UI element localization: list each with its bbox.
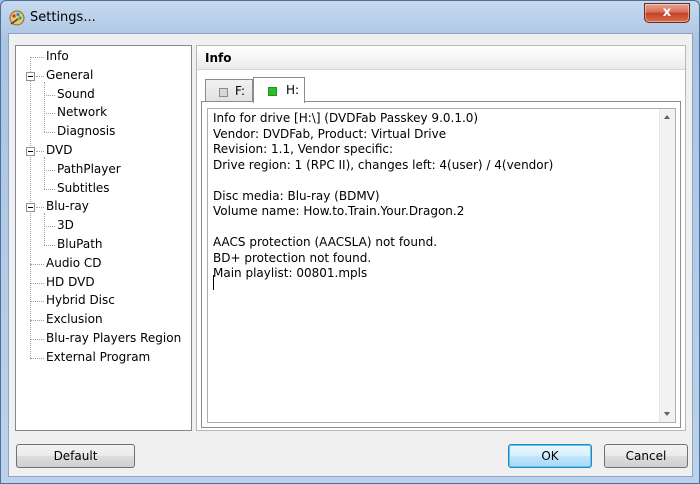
drive-status-icon	[268, 87, 277, 96]
tree-line	[44, 226, 55, 228]
tree-item[interactable]: Hybrid Disc	[46, 292, 115, 309]
tree-line	[44, 213, 45, 245]
ok-button[interactable]: OK	[508, 444, 592, 468]
scroll-up-arrow-icon[interactable]	[664, 115, 670, 119]
text-caret	[213, 275, 214, 290]
tree-item[interactable]: Sound	[57, 86, 95, 103]
tree-line	[44, 81, 45, 133]
tree-item[interactable]: Blu-ray	[46, 198, 89, 215]
panel-header: Info	[197, 46, 685, 70]
tree-item[interactable]: Audio CD	[46, 255, 102, 272]
drive-info-text: Info for drive [H:\] (DVDFab Passkey 9.0…	[213, 111, 653, 282]
tree-item[interactable]: DVD	[46, 142, 72, 159]
tree-line	[30, 301, 44, 303]
title-bar[interactable]: Settings... x	[1, 1, 699, 35]
tree-item[interactable]: PathPlayer	[57, 161, 121, 178]
tree-item[interactable]: External Program	[46, 349, 150, 366]
settings-tree[interactable]: Info General Sound Network Diagnosis DVD PathP…	[15, 45, 192, 431]
tree-item[interactable]: 3D	[57, 217, 74, 234]
tree-item[interactable]: Network	[57, 104, 107, 121]
tree-line	[30, 282, 44, 284]
tree-line	[44, 169, 55, 171]
info-panel: Info F: H: Info for drive [H:\] (DVDFab …	[196, 45, 686, 431]
tree-line	[30, 339, 44, 340]
tree-line	[44, 113, 55, 115]
close-button[interactable]: x	[644, 3, 690, 23]
tree-item[interactable]: HD DVD	[46, 274, 95, 291]
tree-line	[30, 320, 44, 322]
tree-line	[30, 357, 44, 359]
tab-content: Info for drive [H:\] (DVDFab Passkey 9.0…	[201, 101, 681, 428]
tree-line	[44, 132, 55, 134]
tab-label: F:	[235, 84, 246, 98]
cancel-button[interactable]: Cancel	[604, 444, 688, 468]
drive-info-textbox[interactable]: Info for drive [H:\] (DVDFab Passkey 9.0…	[207, 108, 676, 423]
scroll-down-arrow-icon[interactable]	[664, 412, 670, 416]
tree-item[interactable]: Diagnosis	[57, 123, 115, 140]
collapse-icon[interactable]	[26, 203, 35, 213]
tree-line	[36, 151, 44, 152]
info-line: Drive region: 1 (RPC II), changes left: …	[213, 157, 554, 172]
tab-label: H:	[286, 83, 300, 97]
panel-title: Info	[205, 51, 232, 65]
close-icon: x	[662, 5, 672, 20]
tree-item[interactable]: Exclusion	[46, 311, 103, 328]
app-icon	[9, 10, 25, 26]
tree-item[interactable]: Info	[46, 48, 69, 65]
tree-line	[44, 245, 55, 246]
info-line: Revision: 1.1, Vendor specific:	[213, 142, 394, 156]
dialog-client-area: Info General Sound Network Diagnosis DVD PathP…	[8, 33, 693, 477]
info-line: Info for drive [H:\] (DVDFab Passkey 9.0…	[213, 111, 479, 125]
info-line	[213, 173, 653, 189]
tree-line	[36, 207, 44, 209]
info-line: Disc media: Blu-ray (BDMV)	[213, 188, 380, 203]
collapse-icon[interactable]	[26, 71, 35, 81]
drive-status-icon	[219, 88, 228, 97]
tree-line	[44, 94, 55, 96]
default-button[interactable]: Default	[16, 444, 135, 468]
tree-line	[44, 188, 55, 190]
info-line: Volume name: How.to.Train.Your.Dragon.2	[213, 204, 465, 218]
window-title: Settings...	[30, 10, 96, 25]
tree-line	[30, 57, 44, 58]
info-line: AACS protection (AACSLA) not found.	[213, 235, 438, 249]
tree-item[interactable]: Subtitles	[57, 180, 110, 197]
tree-line	[30, 263, 44, 265]
tab-drive-f[interactable]: F:	[205, 79, 253, 103]
tree-item[interactable]: BluPath	[57, 236, 103, 253]
tree-item[interactable]: Blu-ray Players Region	[46, 330, 181, 347]
info-line: BD+ protection not found.	[213, 250, 372, 265]
tree-line	[36, 75, 44, 77]
info-line	[213, 220, 653, 236]
vertical-scrollbar[interactable]	[659, 109, 675, 422]
tree-line	[44, 157, 45, 189]
info-line: Main playlist: 00801.mpls	[213, 266, 368, 280]
tree-item[interactable]: General	[46, 67, 93, 84]
info-line: Vendor: DVDFab, Product: Virtual Drive	[213, 126, 447, 141]
tab-drive-h[interactable]: H:	[253, 77, 305, 103]
settings-window: Settings... x Info General Sound Network Dia…	[0, 0, 700, 484]
collapse-icon[interactable]	[26, 147, 35, 156]
